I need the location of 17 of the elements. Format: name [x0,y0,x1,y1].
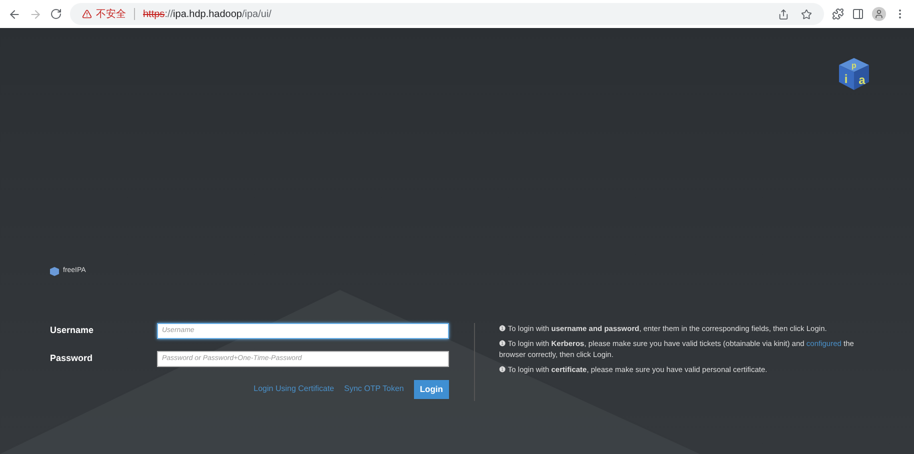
url-text: https://ipa.hdp.hadoop/ipa/ui/ [143,8,272,22]
extensions-icon[interactable] [832,8,844,20]
share-icon[interactable] [778,8,789,20]
sidebar-icon[interactable] [852,8,864,20]
back-icon[interactable] [8,8,21,20]
warning-icon [82,9,92,19]
link[interactable]: Login Using Certificate [254,383,334,395]
profile-icon[interactable] [872,7,886,21]
field-label: Username [50,324,95,337]
star-icon[interactable] [801,8,812,20]
field-label: Password [50,352,94,365]
security-label: 不安全 [96,8,126,22]
login-button[interactable]: Login [414,380,449,398]
link[interactable]: Sync OTP Token [344,383,404,395]
reload-icon[interactable] [50,8,62,20]
brand-logo-icon [50,266,59,276]
address-bar[interactable]: 不安全 https://ipa.hdp.hadoop/ipa/ui/ [70,3,824,25]
